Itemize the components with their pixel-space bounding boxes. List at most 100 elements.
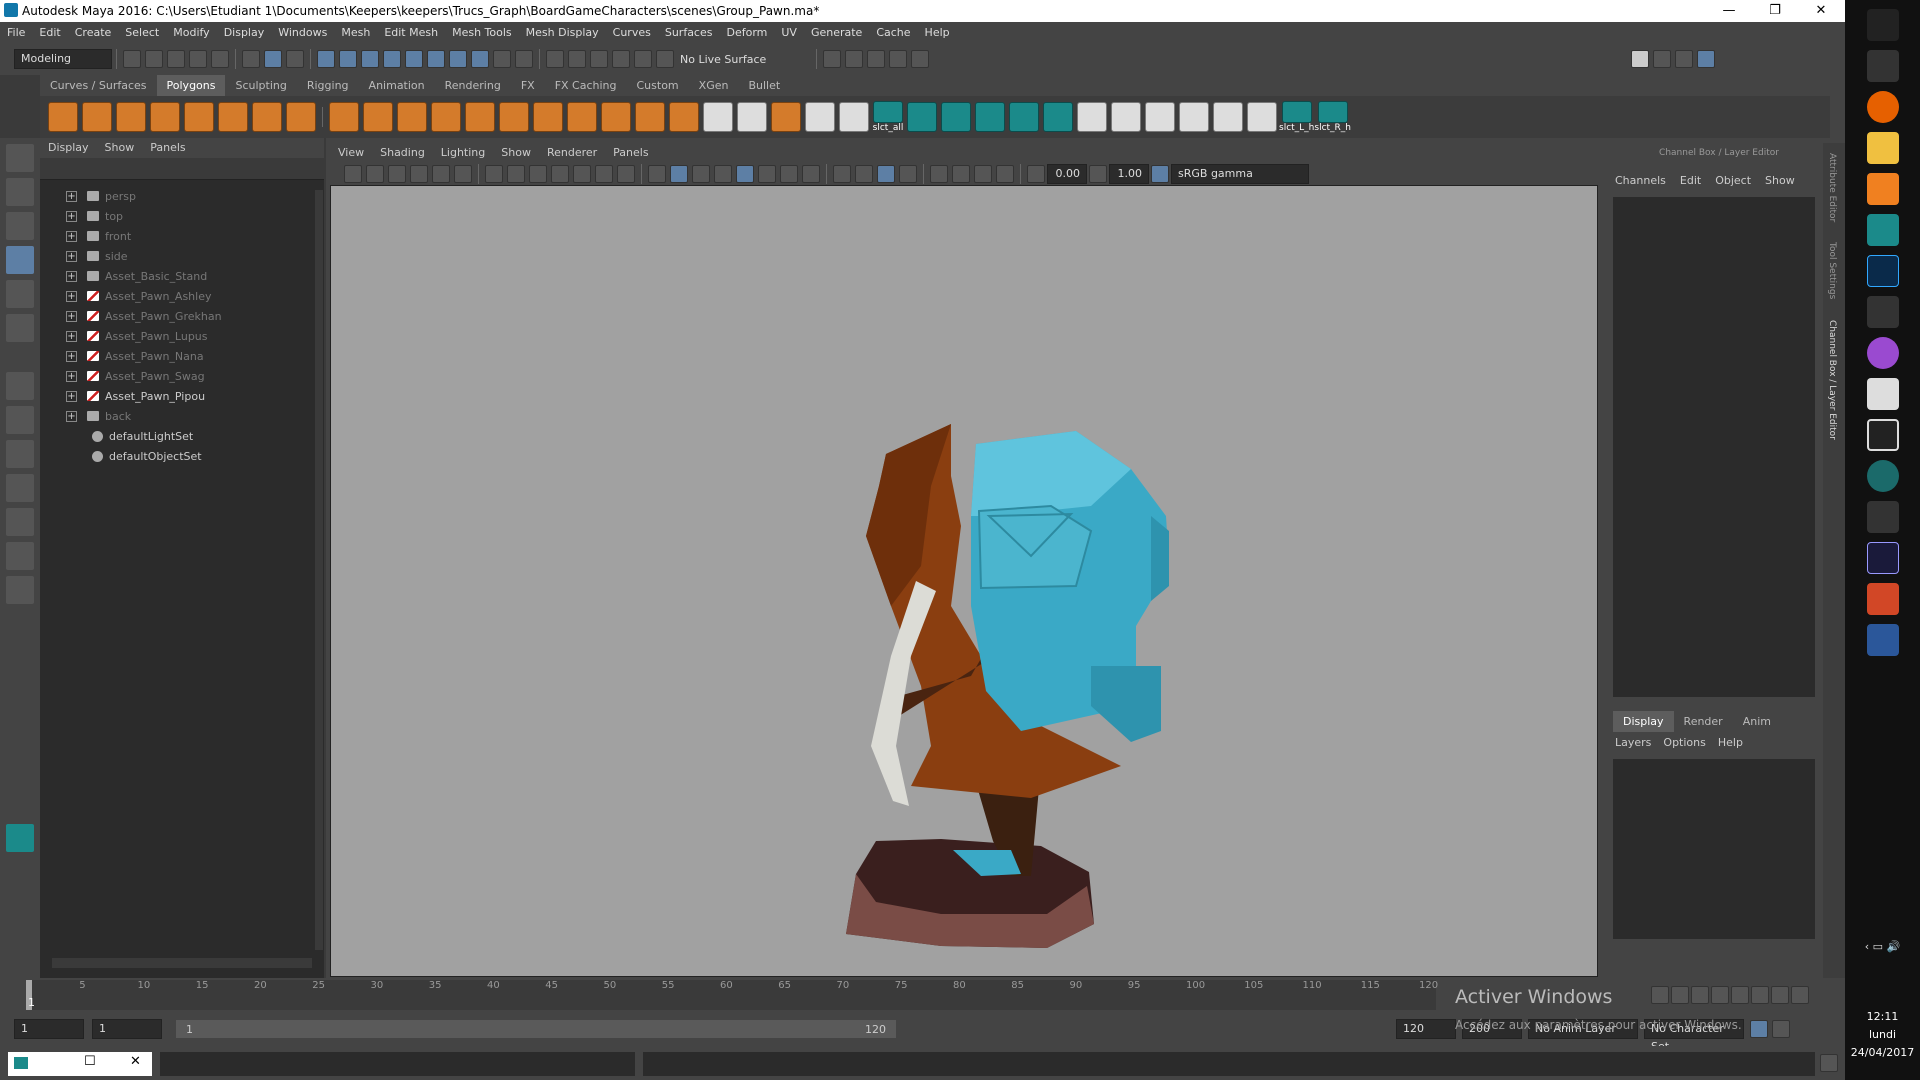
shelf-tab-bullet[interactable]: Bullet bbox=[738, 75, 790, 96]
playback-start-field[interactable]: 1 bbox=[92, 1019, 162, 1039]
vp-menu-show[interactable]: Show bbox=[501, 143, 531, 163]
menu-select[interactable]: Select bbox=[125, 22, 159, 44]
exposure-field[interactable]: 0.00 bbox=[1047, 164, 1087, 184]
backface-icon[interactable] bbox=[996, 165, 1014, 183]
wireframe-icon[interactable] bbox=[648, 165, 666, 183]
script-4-icon[interactable] bbox=[1009, 102, 1039, 132]
shelf-tab-custom[interactable]: Custom bbox=[627, 75, 689, 96]
shelf-tab-xgen[interactable]: XGen bbox=[689, 75, 739, 96]
cb-menu-edit[interactable]: Edit bbox=[1680, 171, 1701, 191]
persp-graph-icon[interactable] bbox=[6, 474, 34, 502]
side-tab-channel-box[interactable]: Channel Box / Layer Editor bbox=[1827, 320, 1837, 440]
poly-cone-icon[interactable] bbox=[150, 102, 180, 132]
menu-surfaces[interactable]: Surfaces bbox=[665, 22, 713, 44]
render-current-frame-icon[interactable] bbox=[845, 50, 864, 68]
paint-app-icon[interactable] bbox=[1866, 337, 1899, 369]
vp-menu-shading[interactable]: Shading bbox=[380, 143, 425, 163]
mask-deform-icon[interactable] bbox=[405, 50, 423, 68]
script-1-icon[interactable] bbox=[907, 102, 937, 132]
start-time-field[interactable]: 1 bbox=[14, 1019, 84, 1039]
outliner-vertical-scrollbar[interactable] bbox=[315, 190, 323, 950]
menu-help[interactable]: Help bbox=[925, 22, 950, 44]
menu-file[interactable]: File bbox=[7, 22, 25, 44]
grease-pencil-icon[interactable] bbox=[454, 165, 472, 183]
mask-surfaces-icon[interactable] bbox=[383, 50, 401, 68]
persp-outliner-icon[interactable] bbox=[6, 508, 34, 536]
highlight-selection-icon[interactable] bbox=[515, 50, 533, 68]
maya-home-icon[interactable] bbox=[6, 824, 34, 852]
vp-menu-panels[interactable]: Panels bbox=[613, 143, 648, 163]
paint-weights-icon[interactable] bbox=[1145, 102, 1175, 132]
vp-menu-lighting[interactable]: Lighting bbox=[441, 143, 485, 163]
make-live-icon[interactable] bbox=[656, 50, 674, 68]
outliner-menu-show[interactable]: Show bbox=[105, 138, 135, 158]
outliner-item[interactable]: + Asset_Pawn_Lupus bbox=[40, 326, 324, 346]
depth-of-field-icon[interactable] bbox=[877, 165, 895, 183]
menu-curves[interactable]: Curves bbox=[613, 22, 651, 44]
uv-editor-icon[interactable] bbox=[805, 102, 835, 132]
zbrush-icon[interactable] bbox=[1866, 419, 1899, 451]
photoshop-icon[interactable] bbox=[1866, 255, 1899, 287]
menu-create[interactable]: Create bbox=[75, 22, 112, 44]
step-forward-frame-icon[interactable] bbox=[1751, 986, 1769, 1004]
anti-aliasing-icon[interactable] bbox=[855, 165, 873, 183]
exposure-icon[interactable] bbox=[1027, 165, 1045, 183]
step-back-key-icon[interactable] bbox=[1671, 986, 1689, 1004]
snap-grid-icon[interactable] bbox=[546, 50, 564, 68]
menu-mesh[interactable]: Mesh bbox=[341, 22, 370, 44]
snap-view-plane-icon[interactable] bbox=[612, 50, 630, 68]
expand-icon[interactable]: + bbox=[66, 410, 77, 422]
expand-icon[interactable]: + bbox=[66, 290, 77, 302]
lock-selection-icon[interactable] bbox=[493, 50, 511, 68]
layout-two-icon[interactable] bbox=[1653, 50, 1672, 68]
gamma-icon[interactable] bbox=[1089, 165, 1107, 183]
outliner-item[interactable]: + back bbox=[40, 406, 324, 426]
word-icon[interactable] bbox=[1866, 624, 1899, 656]
outliner-item[interactable]: + Asset_Pawn_Grekhan bbox=[40, 306, 324, 326]
preferences-icon[interactable] bbox=[1772, 1020, 1790, 1038]
render-view-icon[interactable] bbox=[889, 50, 908, 68]
outliner-search-input[interactable] bbox=[40, 158, 324, 180]
close-button[interactable]: ✕ bbox=[1798, 0, 1844, 22]
outliner-menu-display[interactable]: Display bbox=[48, 138, 89, 158]
save-scene-icon[interactable] bbox=[167, 50, 185, 68]
mask-handles-icon[interactable] bbox=[317, 50, 335, 68]
image-plane-icon[interactable] bbox=[410, 165, 428, 183]
restore-small-icon[interactable]: ☐ bbox=[84, 1054, 96, 1069]
side-tab-attribute-editor[interactable]: Attribute Editor bbox=[1827, 153, 1837, 222]
rotate-tool-icon[interactable] bbox=[6, 280, 34, 308]
shelf-tab-curves[interactable]: Curves / Surfaces bbox=[40, 75, 157, 96]
select-hierarchy-icon[interactable] bbox=[242, 50, 260, 68]
shelf-tab-rigging[interactable]: Rigging bbox=[297, 75, 359, 96]
lasso-tool-icon[interactable] bbox=[6, 178, 34, 206]
extrude-icon[interactable] bbox=[465, 102, 495, 132]
shelf-options[interactable] bbox=[0, 75, 40, 138]
shelf-slct-r[interactable]: slct_R_h bbox=[1314, 101, 1351, 133]
safe-title-icon[interactable] bbox=[617, 165, 635, 183]
outliner-menu-panels[interactable]: Panels bbox=[150, 138, 185, 158]
poly-plane-icon[interactable] bbox=[184, 102, 214, 132]
layout-channel-icon[interactable] bbox=[1697, 50, 1716, 68]
outliner-persp-icon[interactable] bbox=[6, 542, 34, 570]
isolate-select-icon[interactable] bbox=[899, 165, 917, 183]
menu-mesh-display[interactable]: Mesh Display bbox=[526, 22, 599, 44]
script-editor-icon[interactable] bbox=[1820, 1054, 1838, 1072]
minimized-window-tab[interactable]: ☐ ✕ bbox=[8, 1052, 152, 1076]
mask-dynamics-icon[interactable] bbox=[427, 50, 445, 68]
gamma-field[interactable]: 1.00 bbox=[1109, 164, 1149, 184]
go-to-start-icon[interactable] bbox=[1651, 986, 1669, 1004]
poly-torus-icon[interactable] bbox=[218, 102, 248, 132]
outliner-item[interactable]: + Asset_Pawn_Nana bbox=[40, 346, 324, 366]
shelf-tab-fx[interactable]: FX bbox=[511, 75, 545, 96]
outliner-item[interactable]: + side bbox=[40, 246, 324, 266]
smooth-shade-icon[interactable] bbox=[670, 165, 688, 183]
side-tab-tool-settings[interactable]: Tool Settings bbox=[1827, 242, 1837, 299]
expand-icon[interactable]: + bbox=[66, 270, 77, 282]
scale-tool-icon[interactable] bbox=[6, 314, 34, 342]
time-slider[interactable]: 1 5 10 15 20 25 30 35 40 45 50 55 60 65 70 75 80 85 90 95 1… bbox=[0, 978, 1845, 1012]
script-2-icon[interactable] bbox=[941, 102, 971, 132]
planar-uv-icon[interactable] bbox=[703, 102, 733, 132]
script-7-icon[interactable] bbox=[1111, 102, 1141, 132]
edge-loop-icon[interactable] bbox=[635, 102, 665, 132]
notifications-icon[interactable] bbox=[1866, 9, 1899, 41]
